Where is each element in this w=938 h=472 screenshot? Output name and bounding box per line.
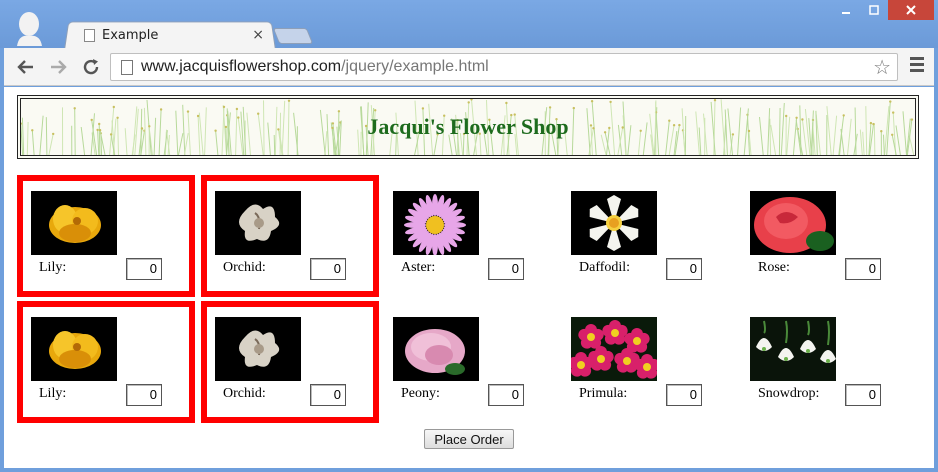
flower-image	[215, 191, 301, 255]
flower-label: Orchid:	[223, 386, 266, 401]
page-icon	[84, 28, 95, 42]
url-path: /jquery/example.html	[341, 58, 489, 75]
flower-cell: Primula: 0	[557, 301, 735, 423]
flower-label: Snowdrop:	[758, 386, 820, 401]
shop-header: Jacqui's Flower Shop	[17, 95, 919, 159]
quantity-input[interactable]: 0	[845, 384, 881, 406]
flower-cell: Snowdrop: 0	[736, 301, 914, 423]
place-order-button[interactable]: Place Order	[424, 429, 514, 449]
quantity-input[interactable]: 0	[666, 258, 702, 280]
flower-label: Peony:	[401, 386, 440, 401]
quantity-input[interactable]: 0	[126, 258, 162, 280]
user-profile-icon[interactable]	[14, 10, 48, 46]
new-tab-button[interactable]	[272, 28, 314, 44]
browser-tab-content[interactable]: Example ×	[80, 24, 270, 46]
flower-image	[571, 191, 657, 255]
quantity-input[interactable]: 0	[666, 384, 702, 406]
flower-image	[31, 191, 117, 255]
address-bar[interactable]: www.jacquisflowershop.com/jquery/example…	[110, 53, 898, 81]
maximize-icon[interactable]	[860, 0, 888, 20]
close-window-icon[interactable]	[888, 0, 934, 20]
flower-label: Orchid:	[223, 260, 266, 275]
tab-title: Example	[102, 27, 159, 43]
minimize-icon[interactable]	[832, 0, 860, 20]
page-viewport: Jacqui's Flower Shop Lily: 0 Orchid: 0 Aster…	[4, 87, 934, 468]
flower-image	[571, 317, 657, 381]
flower-label: Primula:	[579, 386, 628, 401]
flower-label: Aster:	[401, 260, 436, 275]
quantity-input[interactable]: 0	[488, 258, 524, 280]
flower-image	[393, 191, 479, 255]
quantity-input[interactable]: 0	[310, 384, 346, 406]
bookmark-star-icon[interactable]: ☆	[873, 55, 891, 80]
forward-arrow-icon[interactable]	[48, 56, 70, 78]
flower-grid: Lily: 0 Orchid: 0 Aster: 0 Daffodil: 0 Rose: 0 Lil…	[17, 175, 917, 427]
page-title: Jacqui's Flower Shop	[367, 114, 569, 139]
flower-cell: Lily: 0	[17, 301, 195, 423]
flower-image	[393, 317, 479, 381]
document-icon	[121, 60, 133, 75]
url-host: www.jacquisflowershop.com	[141, 58, 342, 75]
flower-cell: Aster: 0	[379, 175, 557, 297]
quantity-input[interactable]: 0	[310, 258, 346, 280]
flower-image	[750, 317, 836, 381]
flower-label: Rose:	[758, 260, 790, 275]
flower-image	[750, 191, 836, 255]
quantity-input[interactable]: 0	[488, 384, 524, 406]
flower-cell: Rose: 0	[736, 175, 914, 297]
tab-close-icon[interactable]: ×	[252, 27, 270, 43]
reload-icon[interactable]	[80, 56, 102, 78]
flower-label: Lily:	[39, 260, 67, 275]
flower-cell: Peony: 0	[379, 301, 557, 423]
browser-toolbar: www.jacquisflowershop.com/jquery/example…	[4, 48, 934, 86]
window-titlebar: Example ×	[0, 0, 938, 50]
flower-label: Daffodil:	[579, 260, 631, 275]
flower-cell: Orchid: 0	[201, 175, 379, 297]
flower-image	[31, 317, 117, 381]
menu-icon[interactable]	[910, 57, 924, 73]
flower-label: Lily:	[39, 386, 67, 401]
back-arrow-icon[interactable]	[14, 56, 36, 78]
quantity-input[interactable]: 0	[126, 384, 162, 406]
quantity-input[interactable]: 0	[845, 258, 881, 280]
flower-cell: Lily: 0	[17, 175, 195, 297]
flower-cell: Daffodil: 0	[557, 175, 735, 297]
flower-image	[215, 317, 301, 381]
window-controls	[832, 0, 934, 22]
flower-cell: Orchid: 0	[201, 301, 379, 423]
